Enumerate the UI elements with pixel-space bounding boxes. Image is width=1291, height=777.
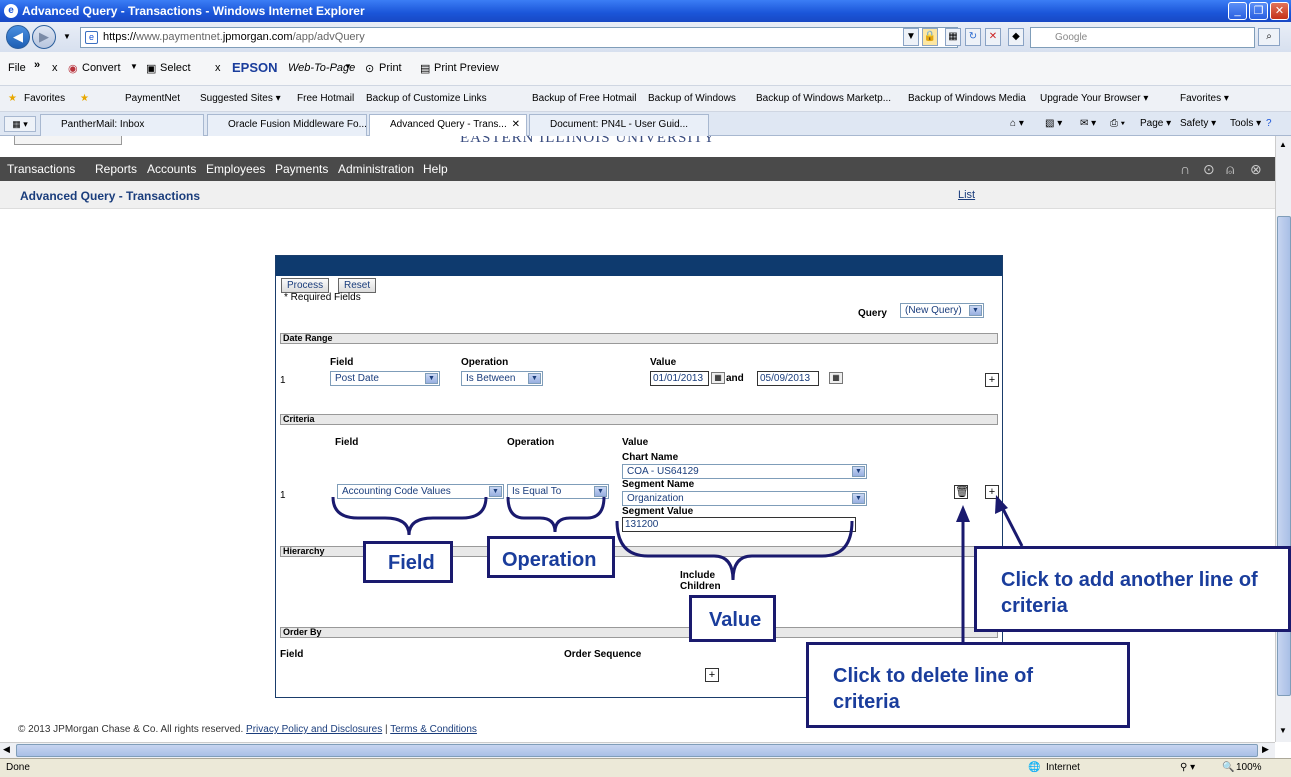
operation-bracket: [506, 496, 606, 533]
delete-criteria-callout: Click to delete line of criteria: [806, 642, 1130, 728]
field-bracket: [331, 496, 488, 536]
field-callout: Field: [363, 541, 453, 583]
operation-callout: Operation: [487, 536, 615, 578]
value-callout: Value: [689, 595, 776, 642]
value-bracket: [615, 520, 854, 581]
add-criteria-callout: Click to add another line of criteria: [974, 546, 1291, 632]
